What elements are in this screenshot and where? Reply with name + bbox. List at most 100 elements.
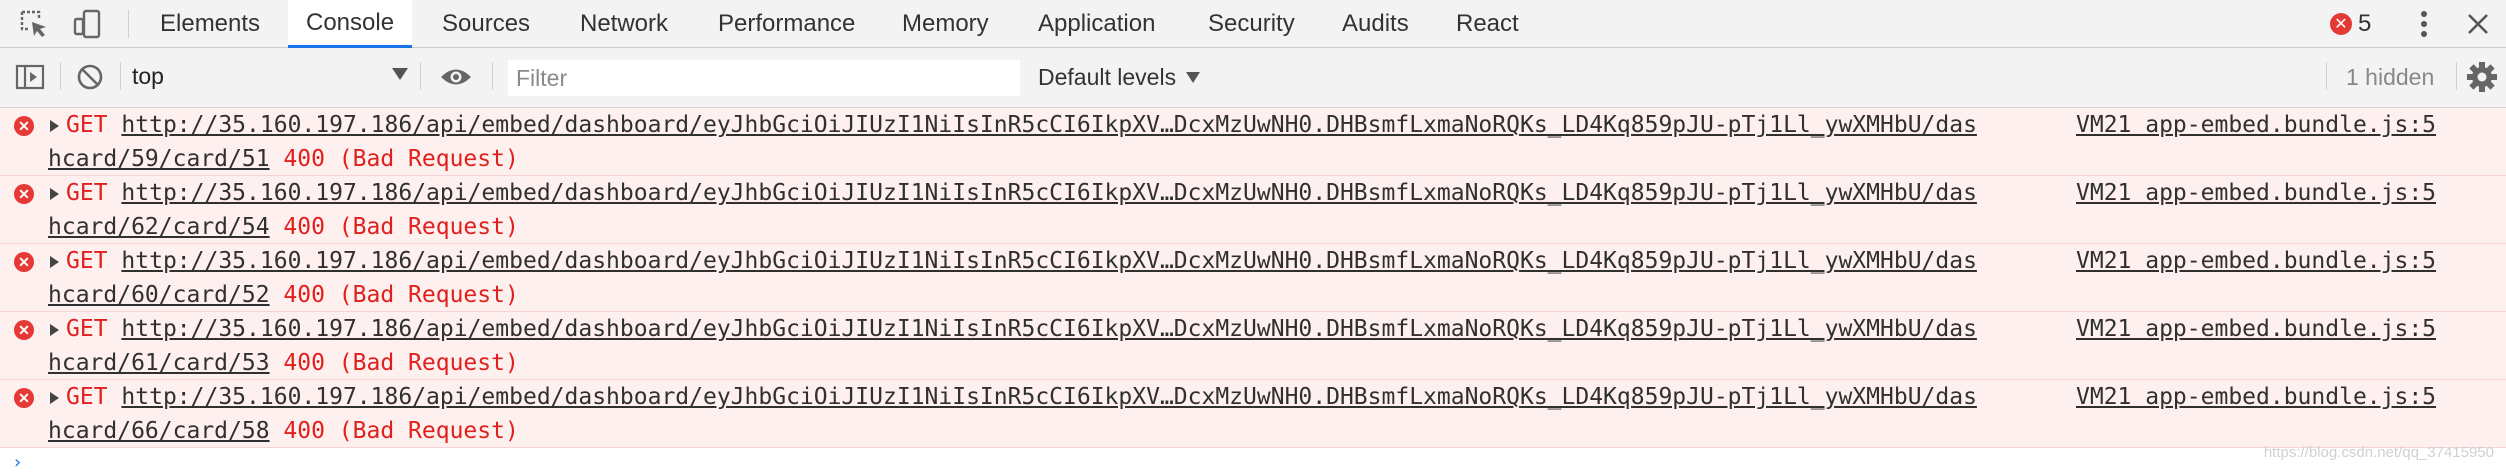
message-line-2: hcard/60/card/52 400 (Bad Request) xyxy=(48,278,519,312)
toolbar-separator xyxy=(2326,62,2327,90)
request-url-continuation[interactable]: hcard/66/card/58 xyxy=(48,418,270,444)
http-method: GET xyxy=(66,248,108,274)
expand-triangle-icon[interactable] xyxy=(50,324,59,336)
expand-triangle-icon[interactable] xyxy=(50,120,59,132)
request-url-continuation[interactable]: hcard/60/card/52 xyxy=(48,282,270,308)
console-error-message: ✕ GET http://35.160.197.186/api/embed/da… xyxy=(0,176,2506,244)
console-toolbar: top Default levels 1 hidden xyxy=(0,48,2506,108)
http-method: GET xyxy=(66,112,108,138)
live-expression-eye-icon[interactable] xyxy=(434,48,478,106)
error-circle-icon: ✕ xyxy=(14,388,34,408)
expand-triangle-icon[interactable] xyxy=(50,188,59,200)
tab-label: Audits xyxy=(1342,9,1409,37)
devtools-tab-bar: Elements Console Sources Network Perform… xyxy=(0,0,2506,48)
watermark: https://blog.csdn.net/qq_37415950 xyxy=(2263,444,2494,461)
hidden-messages-count: 1 hidden xyxy=(2346,48,2434,106)
message-line-1: GET http://35.160.197.186/api/embed/dash… xyxy=(66,244,1977,278)
toolbar-separator xyxy=(60,62,61,90)
toolbar-separator xyxy=(420,62,421,90)
error-counter[interactable]: ✕ 5 xyxy=(2330,0,2371,48)
request-url[interactable]: http://35.160.197.186/api/embed/dashboar… xyxy=(121,316,1977,342)
error-count-value: 5 xyxy=(2358,10,2372,37)
tab-security[interactable]: Security xyxy=(1198,0,1305,47)
status-text: 400 (Bad Request) xyxy=(283,350,519,376)
message-line-2: hcard/62/card/54 400 (Bad Request) xyxy=(48,210,519,244)
tab-audits[interactable]: Audits xyxy=(1332,0,1419,47)
log-levels-dropdown[interactable]: Default levels xyxy=(1038,48,1201,106)
more-vertical-icon[interactable] xyxy=(2406,0,2442,48)
hidden-count-label: 1 hidden xyxy=(2346,63,2435,90)
inspect-element-icon[interactable] xyxy=(16,0,52,48)
source-link[interactable]: VM21 app-embed.bundle.js:5 xyxy=(2076,108,2436,142)
context-selector[interactable]: top xyxy=(132,58,408,94)
status-text: 400 (Bad Request) xyxy=(283,418,519,444)
message-line-1: GET http://35.160.197.186/api/embed/dash… xyxy=(66,176,1977,210)
tab-label: Memory xyxy=(902,9,989,37)
gear-icon[interactable] xyxy=(2462,48,2502,106)
source-link[interactable]: VM21 app-embed.bundle.js:5 xyxy=(2076,312,2436,346)
error-circle-icon: ✕ xyxy=(14,184,34,204)
device-toolbar-icon[interactable] xyxy=(68,0,108,48)
clear-console-icon[interactable] xyxy=(72,48,108,106)
source-link[interactable]: VM21 app-embed.bundle.js:5 xyxy=(2076,176,2436,210)
request-url-continuation[interactable]: hcard/62/card/54 xyxy=(48,214,270,240)
message-line-1: GET http://35.160.197.186/api/embed/dash… xyxy=(66,108,1977,142)
source-link[interactable]: VM21 app-embed.bundle.js:5 xyxy=(2076,380,2436,414)
message-line-2: hcard/66/card/58 400 (Bad Request) xyxy=(48,414,519,448)
tab-memory[interactable]: Memory xyxy=(892,0,999,47)
message-line-2: hcard/59/card/51 400 (Bad Request) xyxy=(48,142,519,176)
message-line-1: GET http://35.160.197.186/api/embed/dash… xyxy=(66,312,1977,346)
log-levels-label: Default levels xyxy=(1038,63,1177,90)
error-circle-icon: ✕ xyxy=(14,320,34,340)
request-url[interactable]: http://35.160.197.186/api/embed/dashboar… xyxy=(121,384,1977,410)
show-sidebar-icon[interactable] xyxy=(12,48,48,106)
console-error-message: ✕ GET http://35.160.197.186/api/embed/da… xyxy=(0,244,2506,312)
request-url[interactable]: http://35.160.197.186/api/embed/dashboar… xyxy=(121,112,1977,138)
request-url[interactable]: http://35.160.197.186/api/embed/dashboar… xyxy=(121,248,1977,274)
expand-triangle-icon[interactable] xyxy=(50,256,59,268)
status-text: 400 (Bad Request) xyxy=(283,146,519,172)
tab-elements[interactable]: Elements xyxy=(150,0,270,47)
tab-network[interactable]: Network xyxy=(570,0,678,47)
tab-sources[interactable]: Sources xyxy=(432,0,540,47)
tab-label: Application xyxy=(1038,9,1156,37)
error-circle-icon: ✕ xyxy=(14,252,34,272)
tab-bar-separator xyxy=(128,10,129,38)
toolbar-separator xyxy=(492,62,493,90)
http-method: GET xyxy=(66,316,108,342)
message-line-1: GET http://35.160.197.186/api/embed/dash… xyxy=(66,380,1977,414)
request-url-continuation[interactable]: hcard/59/card/51 xyxy=(48,146,270,172)
message-line-2: hcard/61/card/53 400 (Bad Request) xyxy=(48,346,519,380)
tab-label: React xyxy=(1456,9,1519,37)
request-url[interactable]: http://35.160.197.186/api/embed/dashboar… xyxy=(121,180,1977,206)
tab-application[interactable]: Application xyxy=(1028,0,1165,47)
tab-performance[interactable]: Performance xyxy=(708,0,865,47)
toolbar-separator xyxy=(2456,62,2457,90)
tab-label: Performance xyxy=(718,9,856,37)
expand-triangle-icon[interactable] xyxy=(50,392,59,404)
tab-react[interactable]: React xyxy=(1446,0,1529,47)
chevron-down-icon xyxy=(392,68,408,80)
prompt-chevron-icon: › xyxy=(14,452,22,473)
http-method: GET xyxy=(66,180,108,206)
tab-label: Security xyxy=(1208,9,1295,37)
http-method: GET xyxy=(66,384,108,410)
context-value: top xyxy=(132,62,164,89)
source-link[interactable]: VM21 app-embed.bundle.js:5 xyxy=(2076,244,2436,278)
tab-label: Network xyxy=(580,9,669,37)
console-messages: ✕ GET http://35.160.197.186/api/embed/da… xyxy=(0,108,2506,448)
tab-label: Elements xyxy=(160,9,261,37)
console-error-message: ✕ GET http://35.160.197.186/api/embed/da… xyxy=(0,380,2506,448)
console-prompt[interactable]: › xyxy=(0,448,2506,473)
status-text: 400 (Bad Request) xyxy=(283,214,519,240)
tab-label: Sources xyxy=(442,9,531,37)
close-icon[interactable] xyxy=(2458,0,2498,48)
toolbar-separator xyxy=(120,62,121,90)
request-url-continuation[interactable]: hcard/61/card/53 xyxy=(48,350,270,376)
console-error-message: ✕ GET http://35.160.197.186/api/embed/da… xyxy=(0,312,2506,380)
filter-input[interactable] xyxy=(508,60,1020,96)
console-error-message: ✕ GET http://35.160.197.186/api/embed/da… xyxy=(0,108,2506,176)
status-text: 400 (Bad Request) xyxy=(283,282,519,308)
error-circle-icon: ✕ xyxy=(2330,13,2352,35)
tab-console[interactable]: Console xyxy=(288,0,413,48)
